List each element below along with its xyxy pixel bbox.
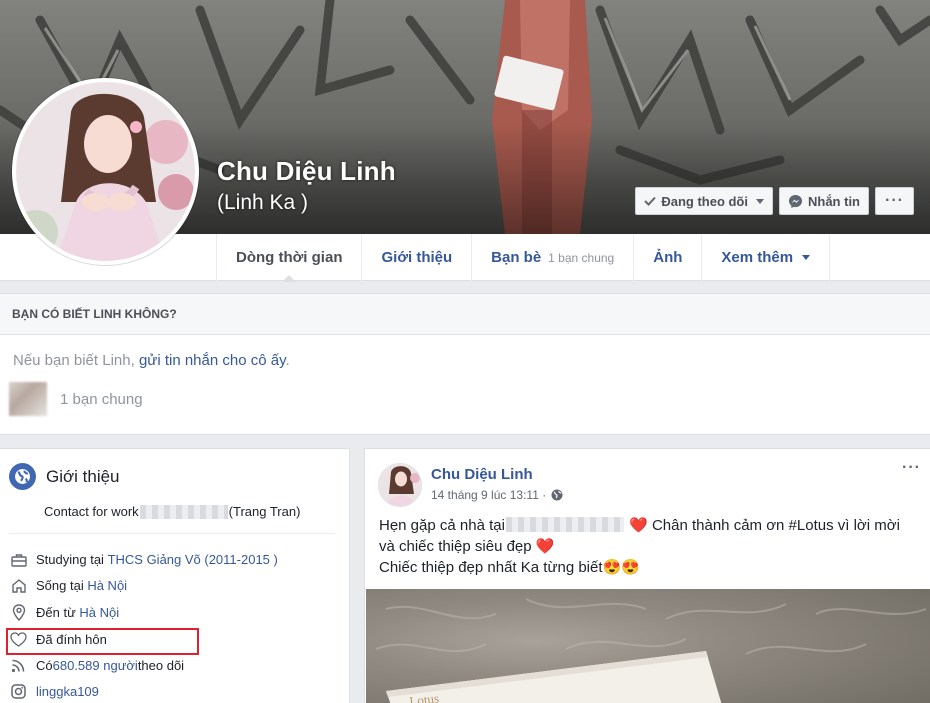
heart-eyes-emoji: 😍😍 [602, 559, 640, 576]
intro-instagram: linggka109 [9, 682, 99, 701]
profile-alternate-name: (Linh Ka ) [217, 191, 309, 214]
post-line-3: Chiếc thiệp đẹp nhất Ka từng biết😍😍 [379, 557, 918, 578]
instagram-link[interactable]: linggka109 [36, 684, 99, 699]
heart-emoji: ❤️ [535, 538, 555, 555]
post-line3-text: Chiếc thiệp đẹp nhất Ka từng biết [379, 559, 603, 576]
intro-lives: Sống tại Hà Nội [9, 576, 127, 595]
lives-city-link[interactable]: Hà Nội [87, 578, 127, 593]
tab-label: Ảnh [653, 249, 683, 266]
do-you-know-header: BẠN CÓ BIẾT LINH KHÔNG? [0, 294, 930, 335]
instagram-icon [9, 682, 28, 701]
heart-emoji: ❤️ [629, 517, 648, 534]
check-icon [644, 196, 657, 206]
message-label: Nhắn tin [808, 193, 860, 209]
contact-suffix: (Trang Tran) [228, 504, 301, 519]
post-line-2: và chiếc thiệp siêu đẹp ❤️ [379, 536, 918, 557]
intro-followers: Có 680.589 người theo dõi [9, 656, 184, 675]
messenger-icon [788, 194, 803, 208]
tab-label: Dòng thời gian [236, 249, 343, 266]
message-button[interactable]: Nhắn tin [779, 187, 869, 215]
from-prefix: Đến từ [36, 605, 76, 620]
redacted-text [139, 504, 228, 519]
hometown-link[interactable]: Hà Nội [79, 605, 119, 620]
post-line-1: Hẹn gặp cả nhà tại ❤️ Chân thành cảm ơn … [379, 515, 918, 536]
tab-timeline[interactable]: Dòng thời gian [217, 234, 363, 282]
post-meta: 14 tháng 9 lúc 13:11 · [431, 488, 563, 502]
mutual-friends-count: 1 bạn chung [548, 250, 615, 265]
post-timestamp[interactable]: 14 tháng 9 lúc 13:11 · [431, 488, 546, 502]
chevron-down-icon [756, 198, 764, 204]
followers-prefix: Có [36, 658, 53, 673]
post-author-avatar[interactable] [378, 463, 422, 507]
school-link[interactable]: THCS Giảng Võ (2011-2015 ) [108, 552, 278, 567]
tab-label: Giới thiệu [381, 249, 453, 266]
do-you-know-text: Nếu bạn biết Linh, gửi tin nhắn cho cô ấ… [13, 352, 290, 369]
post-photo[interactable]: Lotus [366, 589, 930, 703]
intro-header: Giới thiệu [9, 463, 120, 490]
lives-prefix: Sống tại [36, 578, 84, 593]
globe-icon [9, 463, 36, 490]
post-line2-text: và chiếc thiệp siêu đẹp [379, 538, 536, 555]
tab-friends[interactable]: Bạn bè 1 bạn chung [472, 234, 635, 281]
know-prefix: Nếu bạn biết Linh, [13, 352, 139, 369]
tab-about[interactable]: Giới thiệu [362, 234, 473, 281]
know-suffix: . [285, 352, 290, 369]
tab-photos[interactable]: Ảnh [634, 234, 703, 281]
avatar-image [16, 82, 195, 261]
redacted-text [505, 517, 624, 532]
tab-label: Xem thêm [721, 249, 794, 266]
mutual-friends-text: 1 bạn chung [60, 390, 143, 408]
intro-card: Giới thiệu Contact for work (Trang Tran) … [0, 448, 350, 703]
chevron-down-icon [802, 255, 811, 260]
post-line1-prefix: Hẹn gặp cả nhà tại [379, 517, 505, 534]
intro-title: Giới thiệu [46, 466, 120, 486]
intro-studying: Studying tại THCS Giảng Võ (2011-2015 ) [9, 550, 278, 569]
followers-suffix: theo dõi [137, 658, 185, 673]
post-card: Chu Diệu Linh 14 tháng 9 lúc 13:11 · ···… [364, 448, 930, 703]
post-line1-suffix: Chân thành cảm ơn #Lotus vì lời mời [647, 517, 900, 534]
post-text: Hẹn gặp cả nhà tại ❤️ Chân thành cảm ơn … [379, 515, 918, 578]
post-photo-image: Lotus [375, 598, 927, 703]
profile-avatar[interactable] [12, 78, 199, 265]
following-label: Đang theo dõi [661, 193, 748, 209]
send-message-link[interactable]: gửi tin nhắn cho cô ấy [139, 352, 286, 369]
mutual-friends-row[interactable]: 1 bạn chung [9, 382, 143, 416]
mutual-friend-avatar[interactable] [9, 382, 47, 416]
following-button[interactable]: Đang theo dõi [635, 187, 773, 215]
profile-tabs: Dòng thời gian Giới thiệu Bạn bè 1 bạn c… [216, 234, 831, 282]
intro-contact: Contact for work (Trang Tran) [44, 504, 300, 519]
profile-name[interactable]: Chu Diệu Linh [217, 156, 396, 187]
location-pin-icon [9, 603, 28, 622]
briefcase-icon [9, 550, 28, 569]
tab-label: Bạn bè [491, 249, 542, 266]
studying-prefix: Studying tại [36, 552, 104, 567]
intro-from: Đến từ Hà Nội [9, 603, 119, 622]
post-options-button[interactable]: ··· [902, 459, 921, 477]
author-avatar-image [379, 464, 421, 506]
rss-icon [9, 656, 28, 675]
do-you-know-panel: BẠN CÓ BIẾT LINH KHÔNG? Nếu bạn biết Lin… [0, 293, 930, 435]
followers-link[interactable]: 680.589 người [53, 658, 138, 673]
public-globe-icon [551, 489, 563, 501]
cover-actions: Đang theo dõi Nhắn tin ··· [635, 187, 914, 215]
tab-more[interactable]: Xem thêm [702, 234, 831, 281]
more-options-button[interactable]: ··· [875, 187, 914, 215]
contact-prefix: Contact for work [44, 504, 139, 519]
home-icon [9, 576, 28, 595]
post-author-name[interactable]: Chu Diệu Linh [431, 466, 533, 483]
divider [9, 533, 335, 534]
relationship-highlight-box [6, 628, 199, 655]
